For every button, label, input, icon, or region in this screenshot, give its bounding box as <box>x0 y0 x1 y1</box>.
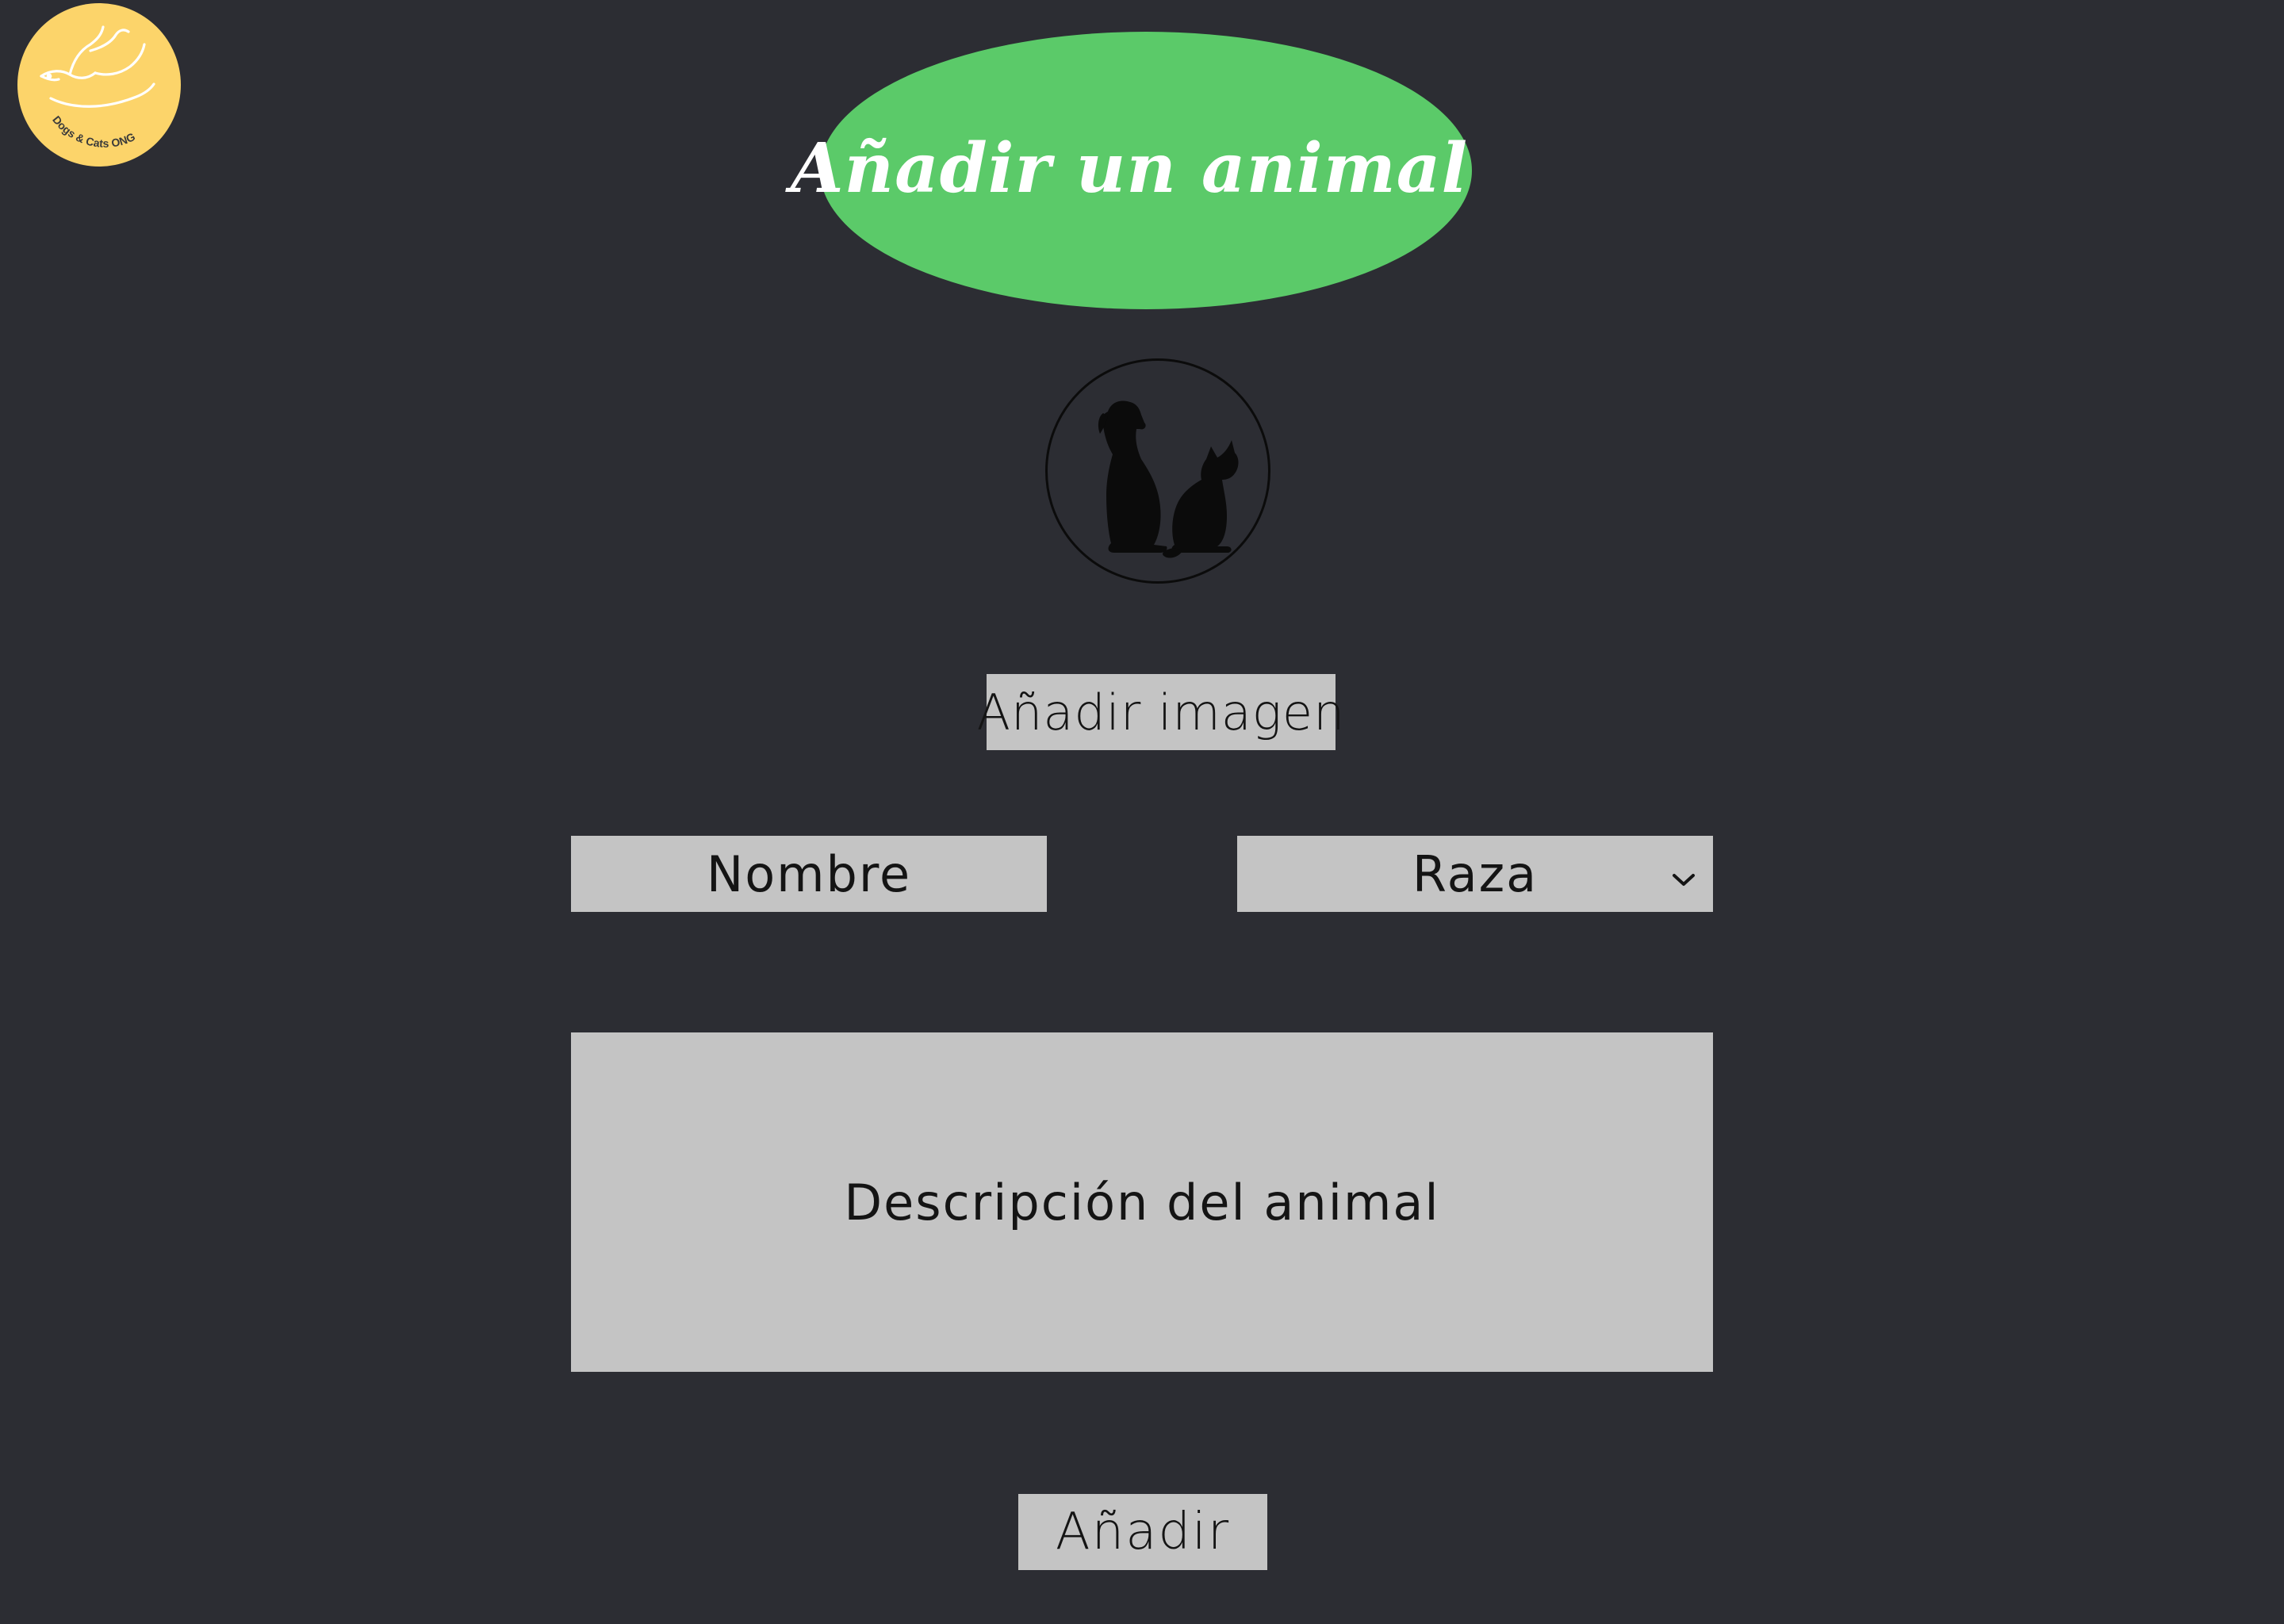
logo: Dogs & Cats ONG <box>17 3 181 167</box>
description-field-placeholder: Descripción del animal <box>844 1173 1440 1231</box>
name-field[interactable]: Nombre <box>571 836 1047 912</box>
page-title: Añadir un animal <box>790 128 1469 209</box>
animal-image-placeholder[interactable] <box>1045 358 1270 584</box>
breed-select[interactable]: Raza <box>1237 836 1713 912</box>
dog-and-cat-silhouette-icon <box>1098 400 1239 558</box>
chevron-down-icon <box>1673 874 1695 886</box>
description-field[interactable]: Descripción del animal <box>571 1032 1713 1372</box>
svg-text:Dogs & Cats ONG: Dogs & Cats ONG <box>50 113 137 150</box>
page-title-banner: Añadir un animal <box>791 32 1472 309</box>
breed-select-placeholder: Raza <box>1412 845 1539 903</box>
name-field-placeholder: Nombre <box>706 845 912 903</box>
add-image-button[interactable]: Añadir imagen <box>977 674 1344 750</box>
submit-button[interactable]: Añadir <box>1018 1494 1267 1570</box>
logo-text: Dogs & Cats ONG <box>50 113 137 150</box>
